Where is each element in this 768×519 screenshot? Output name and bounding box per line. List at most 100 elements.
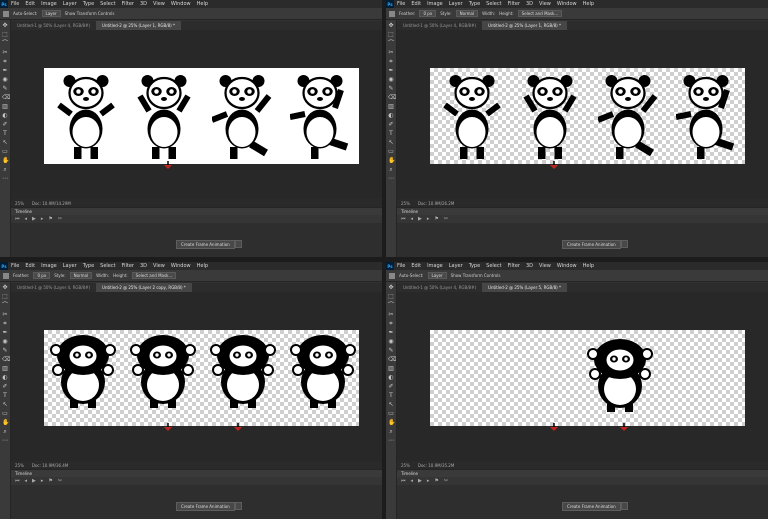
tool-icon-9[interactable]: ▥	[388, 366, 394, 372]
tool-icon-2[interactable]: ⌒	[2, 303, 8, 309]
option-1[interactable]: 0 px	[33, 272, 51, 279]
create-frame-animation-button[interactable]: Create Frame Animation	[176, 502, 235, 511]
timeline-control-icon-0[interactable]: ⏮	[15, 478, 20, 484]
current-tool-icon[interactable]	[389, 272, 395, 279]
tool-icon-4[interactable]: ⌗	[2, 321, 8, 327]
tool-icon-13[interactable]: ↖	[2, 140, 8, 146]
menu-file[interactable]: File	[8, 263, 22, 269]
tool-icon-6[interactable]: ◉	[2, 77, 8, 83]
option-1[interactable]: Layer	[427, 272, 447, 279]
timeline-control-icon-0[interactable]: ⏮	[401, 216, 406, 222]
tool-icon-6[interactable]: ◉	[388, 339, 394, 345]
tool-icon-3[interactable]: ✂	[2, 312, 8, 318]
menu-file[interactable]: File	[394, 1, 408, 7]
canvas[interactable]	[430, 68, 745, 164]
tool-icon-10[interactable]: ◐	[2, 375, 8, 381]
document-tab[interactable]: Untitled-2 @ 25% (Layer 5, RGB/8) *	[482, 283, 567, 292]
tool-icon-13[interactable]: ↖	[388, 402, 394, 408]
menu-view[interactable]: View	[536, 263, 554, 269]
tool-icon-8[interactable]: ⌫	[388, 357, 396, 363]
tool-icon-14[interactable]: ▭	[2, 411, 8, 417]
tool-icon-12[interactable]: T	[388, 393, 394, 399]
tool-icon-7[interactable]: ✎	[2, 86, 8, 92]
menu-3d[interactable]: 3D	[523, 263, 536, 269]
create-frame-animation-button[interactable]: Create Frame Animation	[562, 502, 621, 511]
tool-icon-7[interactable]: ✎	[2, 348, 8, 354]
menu-type[interactable]: Type	[466, 263, 483, 269]
canvas[interactable]	[430, 330, 745, 426]
tool-icon-13[interactable]: ↖	[2, 402, 8, 408]
timeline-control-icon-1[interactable]: ◂	[411, 216, 414, 222]
tool-icon-1[interactable]: ⬚	[2, 294, 8, 300]
menu-select[interactable]: Select	[97, 1, 118, 7]
menu-layer[interactable]: Layer	[60, 263, 80, 269]
tool-icon-3[interactable]: ✂	[388, 312, 394, 318]
canvas[interactable]	[44, 68, 359, 164]
menu-edit[interactable]: Edit	[22, 263, 38, 269]
menu-edit[interactable]: Edit	[408, 1, 424, 7]
menu-file[interactable]: File	[8, 1, 22, 7]
tool-icon-16[interactable]: ⌕	[2, 167, 8, 173]
timeline-control-icon-0[interactable]: ⏮	[15, 216, 20, 222]
timeline-control-icon-1[interactable]: ◂	[411, 478, 414, 484]
timeline-control-icon-2[interactable]: ▶	[32, 478, 36, 484]
document-tab[interactable]: Untitled-1 @ 50% (Layer 4, RGB/8#)	[397, 283, 482, 292]
tool-icon-9[interactable]: ▥	[2, 366, 8, 372]
tool-icon-16[interactable]: ⌕	[388, 167, 394, 173]
option-1[interactable]: Layer	[41, 10, 61, 17]
tool-icon-2[interactable]: ⌒	[2, 41, 8, 47]
tool-icon-17[interactable]: ⋯	[2, 438, 8, 444]
current-tool-icon[interactable]	[3, 10, 9, 17]
tool-icon-5[interactable]: ✒	[2, 68, 8, 74]
option-3[interactable]: Normal	[69, 272, 93, 279]
menu-type[interactable]: Type	[466, 1, 483, 7]
menu-image[interactable]: Image	[424, 263, 446, 269]
menu-select[interactable]: Select	[483, 1, 504, 7]
tool-icon-0[interactable]: ✥	[388, 285, 394, 291]
timeline-control-icon-1[interactable]: ◂	[25, 478, 28, 484]
document-tab[interactable]: Untitled-2 @ 25% (Layer 1, RGB/8) *	[482, 21, 567, 30]
menu-help[interactable]: Help	[194, 263, 211, 269]
tool-icon-7[interactable]: ✎	[388, 86, 394, 92]
tool-icon-12[interactable]: T	[2, 131, 8, 137]
tool-icon-6[interactable]: ◉	[388, 77, 394, 83]
timeline-control-icon-2[interactable]: ▶	[418, 478, 422, 484]
tool-icon-10[interactable]: ◐	[388, 375, 394, 381]
timeline-control-icon-1[interactable]: ◂	[25, 216, 28, 222]
tool-icon-16[interactable]: ⌕	[388, 429, 394, 435]
timeline-control-icon-5[interactable]: ✂	[444, 478, 448, 484]
tool-icon-15[interactable]: ✋	[388, 158, 395, 164]
menu-window[interactable]: Window	[554, 1, 580, 7]
tool-icon-4[interactable]: ⌗	[2, 59, 8, 65]
tool-icon-1[interactable]: ⬚	[388, 294, 394, 300]
timeline-control-icon-5[interactable]: ✂	[58, 216, 62, 222]
tool-icon-6[interactable]: ◉	[2, 339, 8, 345]
menu-file[interactable]: File	[394, 263, 408, 269]
document-tab[interactable]: Untitled-1 @ 50% (Layer 4, RGB/8#)	[397, 21, 482, 30]
chevron-down-icon[interactable]	[235, 240, 242, 248]
menu-layer[interactable]: Layer	[446, 1, 466, 7]
tool-icon-8[interactable]: ⌫	[2, 95, 10, 101]
menu-view[interactable]: View	[150, 263, 168, 269]
tool-icon-8[interactable]: ⌫	[2, 357, 10, 363]
timeline-control-icon-3[interactable]: ▸	[427, 216, 430, 222]
document-tab[interactable]: Untitled-2 @ 25% (Layer 2 copy, RGB/8) *	[96, 283, 192, 292]
create-frame-animation-button[interactable]: Create Frame Animation	[176, 240, 235, 249]
timeline-control-icon-0[interactable]: ⏮	[401, 478, 406, 484]
chevron-down-icon[interactable]	[621, 240, 628, 248]
tool-icon-16[interactable]: ⌕	[2, 429, 8, 435]
tool-icon-8[interactable]: ⌫	[388, 95, 396, 101]
timeline-control-icon-3[interactable]: ▸	[427, 478, 430, 484]
chevron-down-icon[interactable]	[621, 502, 628, 510]
tool-icon-5[interactable]: ✒	[2, 330, 8, 336]
tool-icon-11[interactable]: ✐	[388, 384, 394, 390]
tool-icon-12[interactable]: T	[388, 131, 394, 137]
tool-icon-9[interactable]: ▥	[388, 104, 394, 110]
timeline-control-icon-4[interactable]: ⚑	[48, 478, 52, 484]
menu-edit[interactable]: Edit	[22, 1, 38, 7]
tool-icon-15[interactable]: ✋	[2, 420, 9, 426]
option-6[interactable]: Select and Mask...	[131, 272, 177, 279]
menu-select[interactable]: Select	[97, 263, 118, 269]
tool-icon-2[interactable]: ⌒	[388, 41, 394, 47]
tool-icon-10[interactable]: ◐	[388, 113, 394, 119]
